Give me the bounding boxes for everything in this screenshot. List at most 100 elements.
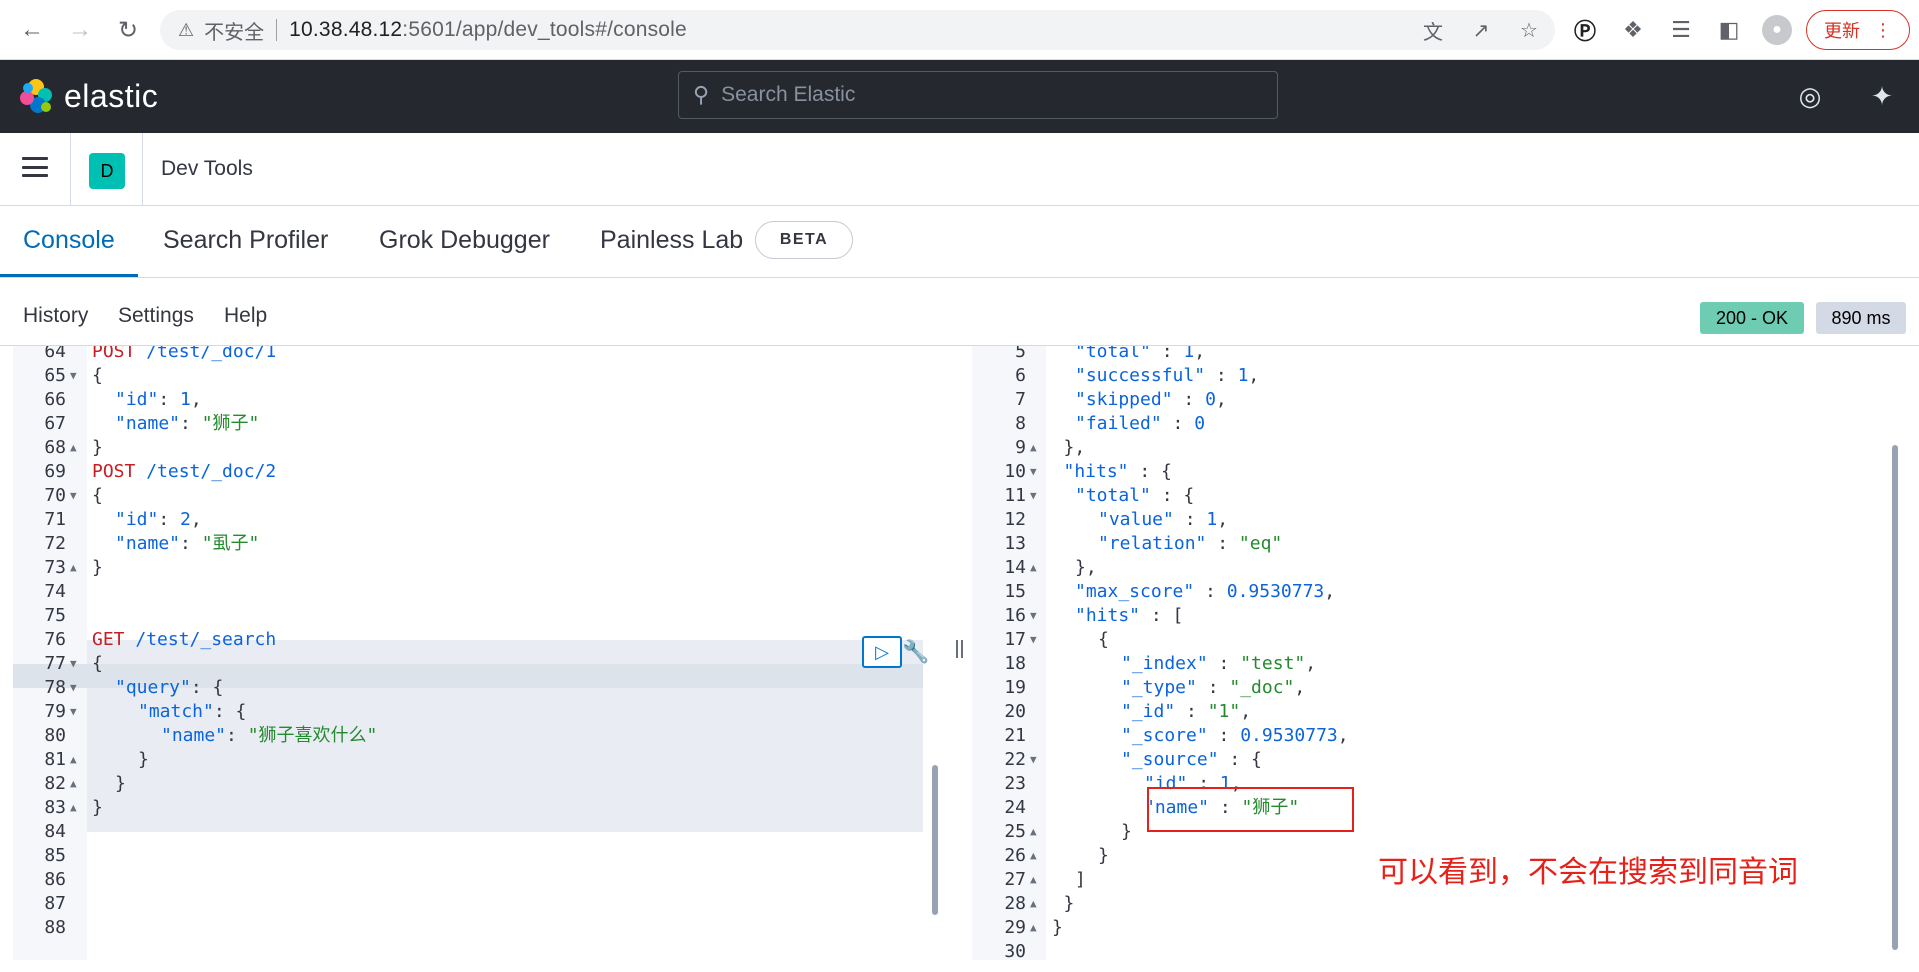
fold-close-icon[interactable]: ▲ xyxy=(1030,844,1037,868)
code-line[interactable]: 23 "id" : 1, xyxy=(972,772,1892,796)
help-icon[interactable]: ◎ xyxy=(1794,80,1826,112)
tab-console[interactable]: Console xyxy=(23,226,115,255)
code-line[interactable]: 88 xyxy=(0,916,930,940)
send-request-button[interactable]: ▷ xyxy=(862,636,902,668)
code-line[interactable]: 18 "_index" : "test", xyxy=(972,652,1892,676)
update-button[interactable]: 更新 ⋮ xyxy=(1806,10,1910,50)
fold-close-icon[interactable]: ▲ xyxy=(70,748,77,772)
elastic-logo-icon[interactable] xyxy=(16,76,56,116)
fold-close-icon[interactable]: ▲ xyxy=(70,772,77,796)
newsfeed-icon[interactable]: ✦ xyxy=(1866,80,1898,112)
tab-painless-lab[interactable]: Painless Lab xyxy=(600,226,743,255)
code-line[interactable]: 71 "id": 2, xyxy=(0,508,930,532)
fold-open-icon[interactable]: ▼ xyxy=(70,484,77,508)
code-line[interactable]: 12 "value" : 1, xyxy=(972,508,1892,532)
fold-open-icon[interactable]: ▼ xyxy=(1030,628,1037,652)
code-line[interactable]: 6 "successful" : 1, xyxy=(972,364,1892,388)
address-bar[interactable]: ⚠ 不安全 10.38.48.12:5601/app/dev_tools#/co… xyxy=(160,10,1555,50)
code-line[interactable]: 16 ▼ "hits" : [ xyxy=(972,604,1892,628)
search-input[interactable] xyxy=(721,83,1262,107)
code-line[interactable]: 25 ▲} xyxy=(972,820,1892,844)
code-line[interactable]: 15 "max_score" : 0.9530773, xyxy=(972,580,1892,604)
fold-close-icon[interactable]: ▲ xyxy=(1030,892,1037,916)
extension-e-icon[interactable]: Ⓟ xyxy=(1570,15,1600,45)
fold-close-icon[interactable]: ▲ xyxy=(70,796,77,820)
puzzle-icon[interactable]: ❖ xyxy=(1618,15,1648,45)
fold-close-icon[interactable]: ▲ xyxy=(1030,820,1037,844)
code-line[interactable]: 87 xyxy=(0,892,930,916)
code-line[interactable]: 79 ▼ "match": { xyxy=(0,700,930,724)
menu-icon[interactable] xyxy=(22,157,48,177)
tab-search-profiler[interactable]: Search Profiler xyxy=(163,226,328,255)
code-line[interactable]: 81 ▲} xyxy=(0,748,930,772)
code-line[interactable]: 70 ▼ { xyxy=(0,484,930,508)
code-line[interactable]: 85 xyxy=(0,844,930,868)
fold-open-icon[interactable]: ▼ xyxy=(1030,460,1037,484)
code-line[interactable]: 83 ▲} xyxy=(0,796,930,820)
fold-open-icon[interactable]: ▼ xyxy=(70,364,77,388)
tab-grok-debugger[interactable]: Grok Debugger xyxy=(379,226,550,255)
share-icon[interactable]: ↗ xyxy=(1467,16,1495,44)
wrench-icon[interactable]: 🔧 xyxy=(902,638,930,666)
fold-open-icon[interactable]: ▼ xyxy=(1030,484,1037,508)
code-line[interactable]: 29 ▲} xyxy=(972,916,1892,940)
space-avatar[interactable]: D xyxy=(89,153,125,189)
fold-close-icon[interactable]: ▲ xyxy=(1030,868,1037,892)
code-line[interactable]: 7 "skipped" : 0, xyxy=(972,388,1892,412)
code-line[interactable]: 19 "_type" : "_doc", xyxy=(972,676,1892,700)
code-line[interactable]: 73 ▲} xyxy=(0,556,930,580)
fold-open-icon[interactable]: ▼ xyxy=(70,652,77,676)
url-text[interactable]: 10.38.48.12:5601/app/dev_tools#/console xyxy=(289,18,687,42)
code-line[interactable]: 67 "name": "狮子" xyxy=(0,412,930,436)
code-line[interactable]: 76 GET /test/_search xyxy=(0,628,930,652)
code-line[interactable]: 11 ▼ "total" : { xyxy=(972,484,1892,508)
global-search[interactable]: ⚲ xyxy=(678,71,1278,119)
code-line[interactable]: 78 ▼ "query": { xyxy=(0,676,930,700)
side-panel-icon[interactable]: ◧ xyxy=(1714,15,1744,45)
code-line[interactable]: 82 ▲} xyxy=(0,772,930,796)
fold-close-icon[interactable]: ▲ xyxy=(1030,556,1037,580)
code-line[interactable]: 68 ▲} xyxy=(0,436,930,460)
pane-resize-handle[interactable] xyxy=(952,640,966,664)
response-scrollbar[interactable] xyxy=(1892,445,1898,950)
code-line[interactable]: 13 "relation" : "eq" xyxy=(972,532,1892,556)
code-line[interactable]: 66 "id": 1, xyxy=(0,388,930,412)
code-line[interactable]: 30 xyxy=(972,940,1892,960)
code-line[interactable]: 65 ▼ { xyxy=(0,364,930,388)
code-line[interactable]: 8 "failed" : 0 xyxy=(972,412,1892,436)
settings-link[interactable]: Settings xyxy=(118,304,194,328)
code-line[interactable]: 9 ▲}, xyxy=(972,436,1892,460)
request-editor[interactable]: 64 POST /test/_doc/1 65 ▼{66 "id": 1, 67 "name… xyxy=(0,346,948,960)
code-line[interactable]: 24 "name" : "狮子" xyxy=(972,796,1892,820)
fold-open-icon[interactable]: ▼ xyxy=(1030,748,1037,772)
code-line[interactable]: 77 ▼ { xyxy=(0,652,930,676)
forward-icon[interactable]: → xyxy=(62,12,98,48)
fold-open-icon[interactable]: ▼ xyxy=(70,676,77,700)
code-line[interactable]: 14 ▲}, xyxy=(972,556,1892,580)
star-icon[interactable]: ☆ xyxy=(1515,16,1543,44)
request-scrollbar[interactable] xyxy=(932,765,938,915)
code-line[interactable]: 69 POST /test/_doc/2 xyxy=(0,460,930,484)
code-line[interactable]: 22 ▼ "_source" : { xyxy=(972,748,1892,772)
help-link[interactable]: Help xyxy=(224,304,267,328)
history-link[interactable]: History xyxy=(23,304,88,328)
fold-close-icon[interactable]: ▲ xyxy=(70,436,77,460)
fold-open-icon[interactable]: ▼ xyxy=(70,700,77,724)
code-line[interactable]: 21 "_score" : 0.9530773, xyxy=(972,724,1892,748)
code-line[interactable]: 84 xyxy=(0,820,930,844)
fold-close-icon[interactable]: ▲ xyxy=(70,556,77,580)
reading-list-icon[interactable]: ☰ xyxy=(1666,15,1696,45)
reload-icon[interactable]: ↻ xyxy=(110,12,146,48)
code-line[interactable]: 80 "name": "狮子喜欢什么" xyxy=(0,724,930,748)
code-line[interactable]: 72 "name": "虱子" xyxy=(0,532,930,556)
code-line[interactable]: 75 xyxy=(0,604,930,628)
fold-open-icon[interactable]: ▼ xyxy=(1030,604,1037,628)
code-line[interactable]: 64 POST /test/_doc/1 xyxy=(0,346,930,364)
code-line[interactable]: 28 ▲} xyxy=(972,892,1892,916)
fold-close-icon[interactable]: ▲ xyxy=(1030,916,1037,940)
code-line[interactable]: 86 xyxy=(0,868,930,892)
code-line[interactable]: 5 "total" : 1, xyxy=(972,346,1892,364)
code-line[interactable]: 10 ▼ "hits" : { xyxy=(972,460,1892,484)
back-icon[interactable]: ← xyxy=(14,12,50,48)
profile-avatar[interactable]: ● xyxy=(1762,15,1792,45)
